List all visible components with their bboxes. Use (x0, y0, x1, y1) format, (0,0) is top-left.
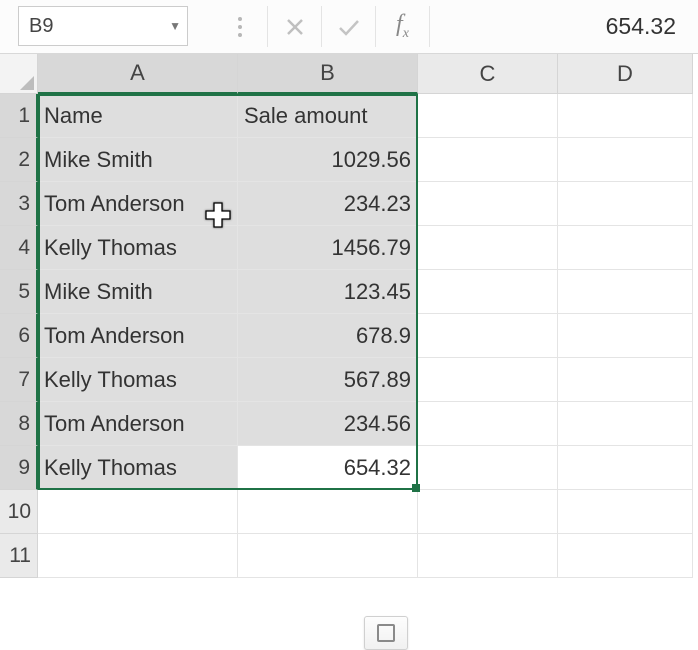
cell-B10[interactable] (238, 490, 418, 534)
table-row: Tom Anderson678.9 (38, 314, 693, 358)
cell-B9[interactable]: 654.32 (238, 446, 418, 490)
cell-B3[interactable]: 234.23 (238, 182, 418, 226)
quick-analysis-icon (377, 624, 395, 642)
cell-C11[interactable] (418, 534, 558, 578)
cell-C8[interactable] (418, 402, 558, 446)
row-header-4[interactable]: 4 (0, 226, 38, 270)
table-row (38, 534, 693, 578)
cell-A6[interactable]: Tom Anderson (38, 314, 238, 358)
table-row: NameSale amount (38, 94, 693, 138)
cell-grid[interactable]: NameSale amountMike Smith1029.56Tom Ande… (38, 94, 693, 578)
cell-A2[interactable]: Mike Smith (38, 138, 238, 182)
cell-B7[interactable]: 567.89 (238, 358, 418, 402)
cell-D1[interactable] (558, 94, 693, 138)
table-row (38, 490, 693, 534)
formula-bar: B9 ▼ fx 654.32 (0, 0, 698, 54)
name-box[interactable]: B9 ▼ (18, 6, 188, 46)
cell-D7[interactable] (558, 358, 693, 402)
cell-C7[interactable] (418, 358, 558, 402)
cell-C2[interactable] (418, 138, 558, 182)
cell-C1[interactable] (418, 94, 558, 138)
cell-D11[interactable] (558, 534, 693, 578)
cell-D9[interactable] (558, 446, 693, 490)
cell-D6[interactable] (558, 314, 693, 358)
table-row: Kelly Thomas654.32 (38, 446, 693, 490)
select-all-corner[interactable] (0, 54, 38, 94)
cell-A1[interactable]: Name (38, 94, 238, 138)
cell-B1[interactable]: Sale amount (238, 94, 418, 138)
column-header-D[interactable]: D (558, 54, 693, 94)
row-header-1[interactable]: 1 (0, 94, 38, 138)
formula-input-value: 654.32 (606, 13, 676, 40)
cell-D8[interactable] (558, 402, 693, 446)
table-row: Kelly Thomas1456.79 (38, 226, 693, 270)
cell-C3[interactable] (418, 182, 558, 226)
formula-input[interactable]: 654.32 (429, 6, 698, 47)
cell-A11[interactable] (38, 534, 238, 578)
table-row: Tom Anderson234.23 (38, 182, 693, 226)
cell-A10[interactable] (38, 490, 238, 534)
name-box-value: B9 (29, 15, 53, 38)
row-header-10[interactable]: 10 (0, 490, 38, 534)
cell-C5[interactable] (418, 270, 558, 314)
row-headers: 1234567891011 (0, 94, 38, 578)
row-header-11[interactable]: 11 (0, 534, 38, 578)
table-row: Mike Smith123.45 (38, 270, 693, 314)
cell-D3[interactable] (558, 182, 693, 226)
cell-A4[interactable]: Kelly Thomas (38, 226, 238, 270)
enter-check-icon[interactable] (321, 6, 375, 47)
cell-B2[interactable]: 1029.56 (238, 138, 418, 182)
cell-D5[interactable] (558, 270, 693, 314)
fx-icon[interactable]: fx (375, 6, 429, 47)
cell-D4[interactable] (558, 226, 693, 270)
row-header-9[interactable]: 9 (0, 446, 38, 490)
cell-C6[interactable] (418, 314, 558, 358)
cell-A8[interactable]: Tom Anderson (38, 402, 238, 446)
cell-A3[interactable]: Tom Anderson (38, 182, 238, 226)
column-headers: ABCD (38, 54, 693, 94)
table-row: Tom Anderson234.56 (38, 402, 693, 446)
table-row: Mike Smith1029.56 (38, 138, 693, 182)
table-row: Kelly Thomas567.89 (38, 358, 693, 402)
name-box-dropdown-icon[interactable]: ▼ (169, 19, 181, 33)
cell-B6[interactable]: 678.9 (238, 314, 418, 358)
cell-B5[interactable]: 123.45 (238, 270, 418, 314)
row-header-8[interactable]: 8 (0, 402, 38, 446)
cell-D2[interactable] (558, 138, 693, 182)
row-header-2[interactable]: 2 (0, 138, 38, 182)
row-header-6[interactable]: 6 (0, 314, 38, 358)
cell-A9[interactable]: Kelly Thomas (38, 446, 238, 490)
cell-C10[interactable] (418, 490, 558, 534)
cell-D10[interactable] (558, 490, 693, 534)
cell-B4[interactable]: 1456.79 (238, 226, 418, 270)
column-header-B[interactable]: B (238, 54, 418, 94)
column-header-A[interactable]: A (38, 54, 238, 94)
quick-analysis-button[interactable] (364, 616, 408, 650)
cell-B11[interactable] (238, 534, 418, 578)
row-header-3[interactable]: 3 (0, 182, 38, 226)
column-header-C[interactable]: C (418, 54, 558, 94)
cell-A5[interactable]: Mike Smith (38, 270, 238, 314)
formula-bar-more-icon[interactable] (213, 6, 267, 47)
cancel-icon[interactable] (267, 6, 321, 47)
cell-A7[interactable]: Kelly Thomas (38, 358, 238, 402)
cell-B8[interactable]: 234.56 (238, 402, 418, 446)
cell-C9[interactable] (418, 446, 558, 490)
row-header-7[interactable]: 7 (0, 358, 38, 402)
cell-C4[interactable] (418, 226, 558, 270)
row-header-5[interactable]: 5 (0, 270, 38, 314)
